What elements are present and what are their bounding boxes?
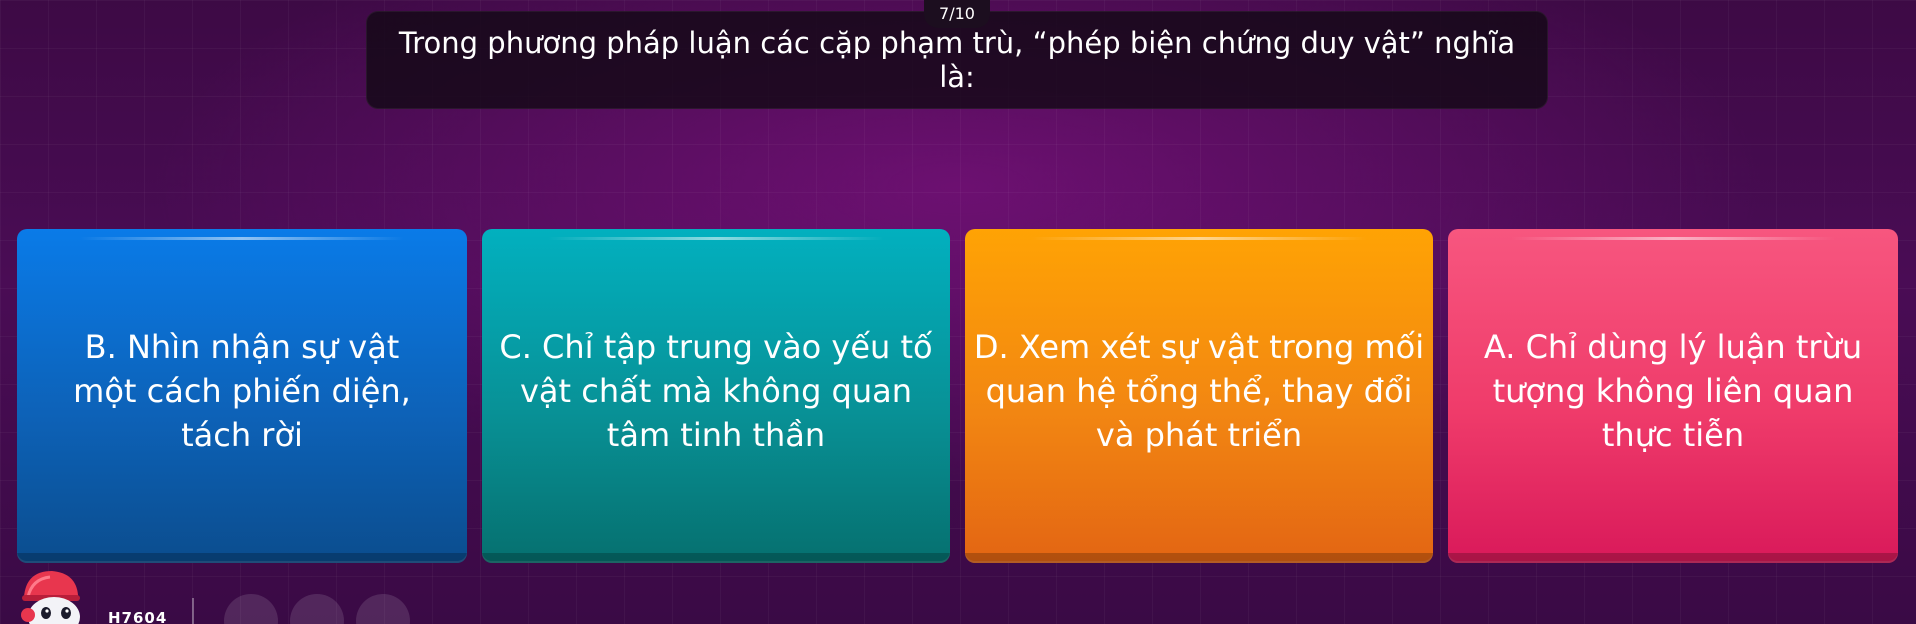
answer-options: B. Nhìn nhận sự vật một cách phiến diện,… <box>17 229 1898 563</box>
option-shine <box>1511 237 1835 240</box>
answer-option-d[interactable]: D. Xem xét sự vật trong mối quan hệ tổng… <box>965 229 1433 563</box>
player-footer: H7604 <box>0 565 1916 624</box>
avatar-robot-icon <box>16 567 84 624</box>
answer-option-text: C. Chỉ tập trung vào yếu tố vật chất mà … <box>499 328 933 454</box>
answer-option-text: A. Chỉ dùng lý luận trừu tượng không liê… <box>1483 328 1863 454</box>
answer-option-b[interactable]: B. Nhìn nhận sự vật một cách phiến diện,… <box>17 229 467 563</box>
answer-option-text: B. Nhìn nhận sự vật một cách phiến diện,… <box>73 328 411 454</box>
answer-option-c[interactable]: C. Chỉ tập trung vào yếu tố vật chất mà … <box>482 229 950 563</box>
option-shine <box>1030 237 1368 240</box>
powerup-slot-icon[interactable] <box>224 594 278 624</box>
option-shine <box>547 237 885 240</box>
question-progress: 7/10 <box>924 0 990 28</box>
player-name: H7604 <box>108 609 168 624</box>
option-shine <box>80 237 404 240</box>
answer-option-text: D. Xem xét sự vật trong mối quan hệ tổng… <box>973 328 1425 454</box>
answer-option-a[interactable]: A. Chỉ dùng lý luận trừu tượng không liê… <box>1448 229 1898 563</box>
powerup-slot-icon[interactable] <box>356 594 410 624</box>
question-text: Trong phương pháp luận các cặp phạm trù,… <box>398 26 1516 94</box>
footer-divider <box>192 598 194 624</box>
powerup-slot-icon[interactable] <box>290 594 344 624</box>
